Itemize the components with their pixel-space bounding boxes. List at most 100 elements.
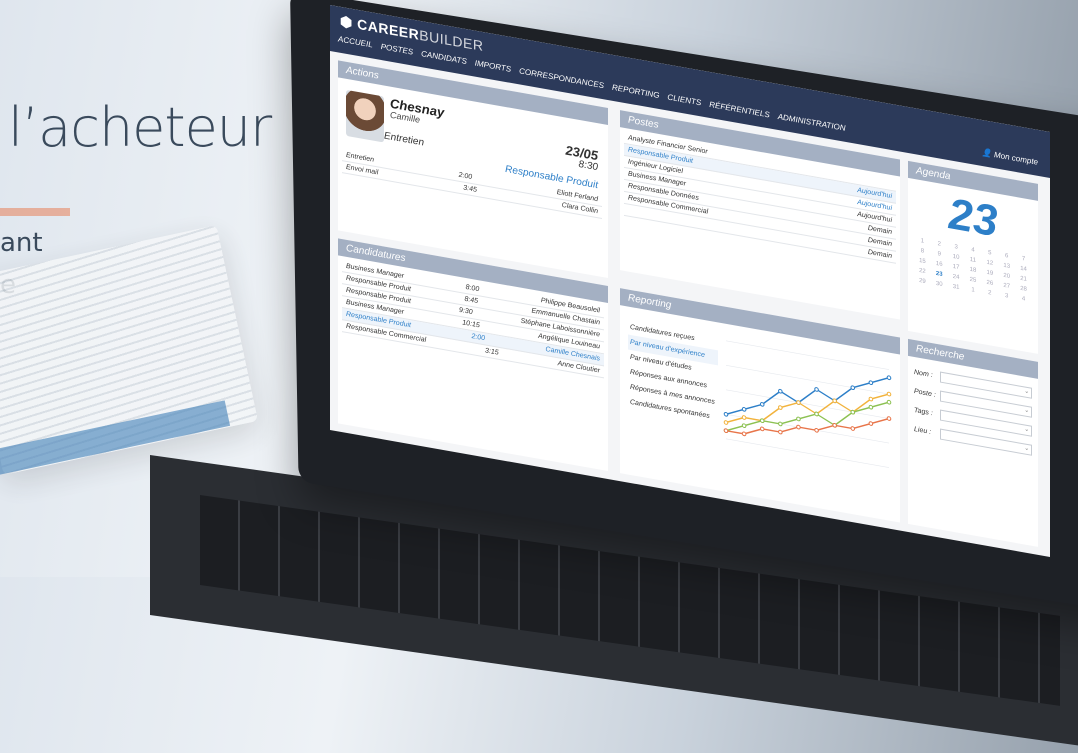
- reporting-menu: Candidatures reçues Par niveau d'expérien…: [628, 320, 718, 426]
- account-label: Mon compte: [993, 150, 1038, 167]
- calendar-day[interactable]: 4: [1015, 295, 1032, 304]
- chart-gridline: [726, 365, 889, 395]
- calendar-day[interactable]: 11: [965, 256, 982, 265]
- chart-point: [778, 388, 783, 394]
- calendar-day[interactable]: 17: [948, 263, 965, 272]
- reporting-line-chart: [723, 340, 892, 468]
- calendar-day[interactable]: 16: [931, 260, 948, 269]
- chart-point: [832, 398, 837, 404]
- calendar-day[interactable]: 28: [1015, 285, 1032, 294]
- avatar: [346, 89, 384, 143]
- calendar-day[interactable]: 29: [914, 277, 931, 286]
- action-time: 8:30: [578, 158, 598, 174]
- chart-point: [723, 428, 729, 433]
- calendar-day[interactable]: 10: [948, 253, 965, 262]
- chart-point: [778, 429, 783, 435]
- chart-point: [796, 416, 801, 422]
- calendar-day[interactable]: 2: [981, 289, 998, 298]
- agenda-panel: Agenda 23 1 2 3 4 5 6 7 8 9 10 11 12 13 14 15 16 17 18 19 2…: [908, 160, 1038, 354]
- calendar-day[interactable]: 3: [998, 292, 1015, 301]
- calendar-day[interactable]: 25: [965, 276, 982, 285]
- candidature-time: 3:15: [485, 347, 499, 357]
- calendar-day[interactable]: 1: [914, 237, 931, 246]
- candidature-time: 10:15: [462, 319, 480, 330]
- chevron-down-icon: ⌄: [1023, 445, 1029, 453]
- chart-point: [741, 415, 747, 420]
- nav-item-référentiels[interactable]: RÉFÉRENTIELS: [709, 100, 769, 120]
- calendar-day[interactable]: 24: [948, 273, 965, 282]
- chart-point: [868, 380, 874, 386]
- calendar-day[interactable]: 20: [998, 272, 1015, 281]
- chart-point: [759, 402, 765, 407]
- candidatures-panel: Candidatures Business Manager 8:00 Philipp…: [338, 238, 608, 472]
- calendar-day[interactable]: 27: [998, 282, 1015, 291]
- chevron-down-icon: ⌄: [1023, 388, 1029, 396]
- candidature-time: 8:45: [464, 295, 479, 306]
- calendar-day[interactable]: 18: [965, 266, 982, 275]
- search-field-label: Poste :: [914, 387, 936, 399]
- action-row-time: 3:45: [463, 184, 477, 194]
- poste-when: Demain: [867, 236, 892, 249]
- calendar-day[interactable]: 21: [1015, 275, 1032, 284]
- chart-point: [741, 423, 747, 429]
- calendar-day[interactable]: 23: [931, 270, 948, 279]
- calendar-day[interactable]: 1: [965, 286, 982, 295]
- chart-point: [778, 421, 783, 427]
- calendar-day[interactable]: 8: [914, 247, 931, 256]
- chart-point: [832, 422, 837, 428]
- calendar-day[interactable]: 5: [981, 249, 998, 258]
- chart-point: [886, 399, 892, 405]
- calendar-day[interactable]: 13: [998, 262, 1015, 271]
- calendar-day[interactable]: 22: [914, 267, 931, 276]
- chart-point: [868, 421, 874, 426]
- chart-point: [741, 407, 747, 412]
- search-field-label: Nom :: [914, 368, 933, 380]
- search-field-label: Lieu :: [914, 425, 932, 436]
- calendar-day[interactable]: 31: [948, 283, 965, 292]
- calendar-day[interactable]: 4: [965, 246, 982, 255]
- calendar-day[interactable]: 15: [914, 257, 931, 266]
- poste-when: Demain: [867, 224, 892, 237]
- chart-point: [814, 387, 819, 392]
- calendar-day[interactable]: 6: [998, 252, 1015, 261]
- nav-item-correspondances[interactable]: CORRESPONDANCES: [519, 66, 604, 90]
- chevron-down-icon: ⌄: [1023, 407, 1029, 415]
- chart-point: [723, 420, 729, 425]
- nav-item-reporting[interactable]: REPORTING: [612, 83, 659, 100]
- chart-gridline: [726, 438, 889, 468]
- chart-point: [796, 424, 801, 430]
- chart-point: [741, 431, 747, 437]
- chart-point: [814, 411, 819, 417]
- calendar-day[interactable]: 12: [981, 259, 998, 268]
- recherche-panel: Recherche Nom : ⌄ Poste : ⌄ Tags : ⌄ Lieu : ⌄: [908, 338, 1038, 547]
- decor-bar: [0, 208, 70, 216]
- chart-point: [868, 404, 874, 410]
- calendar-day[interactable]: 26: [981, 279, 998, 288]
- chart-point: [886, 416, 892, 421]
- chart-point: [814, 427, 819, 433]
- calendar-day[interactable]: 3: [948, 243, 965, 252]
- chart-point: [850, 426, 856, 431]
- logo-icon: ⬢: [340, 12, 358, 32]
- account-link[interactable]: 👤 Mon compte: [982, 148, 1038, 167]
- chart-point: [778, 405, 783, 410]
- calendar-day[interactable]: 9: [931, 250, 948, 259]
- chart-point: [886, 391, 892, 397]
- calendar-day[interactable]: 30: [931, 280, 948, 289]
- nav-item-imports[interactable]: IMPORTS: [475, 59, 511, 74]
- action-type: Entretien: [384, 130, 425, 149]
- chart-point: [868, 396, 874, 402]
- chart-point: [850, 385, 856, 391]
- calendar-day[interactable]: 14: [1015, 265, 1032, 274]
- calendar-day[interactable]: 19: [981, 269, 998, 278]
- nav-item-postes[interactable]: POSTES: [381, 42, 413, 57]
- nav-item-clients[interactable]: CLIENTS: [667, 92, 701, 107]
- calendar-day[interactable]: 7: [1015, 255, 1032, 264]
- reporting-panel: Reporting Candidatures reçues Par niveau …: [620, 288, 900, 523]
- nav-item-candidats[interactable]: CANDIDATS: [421, 49, 467, 66]
- nav-item-administration[interactable]: ADMINISTRATION: [778, 112, 846, 133]
- chevron-down-icon: ⌄: [1023, 426, 1029, 434]
- nav-item-accueil[interactable]: ACCUEIL: [338, 34, 373, 49]
- calendar-day[interactable]: 2: [931, 240, 948, 249]
- candidature-time: 8:00: [465, 283, 480, 294]
